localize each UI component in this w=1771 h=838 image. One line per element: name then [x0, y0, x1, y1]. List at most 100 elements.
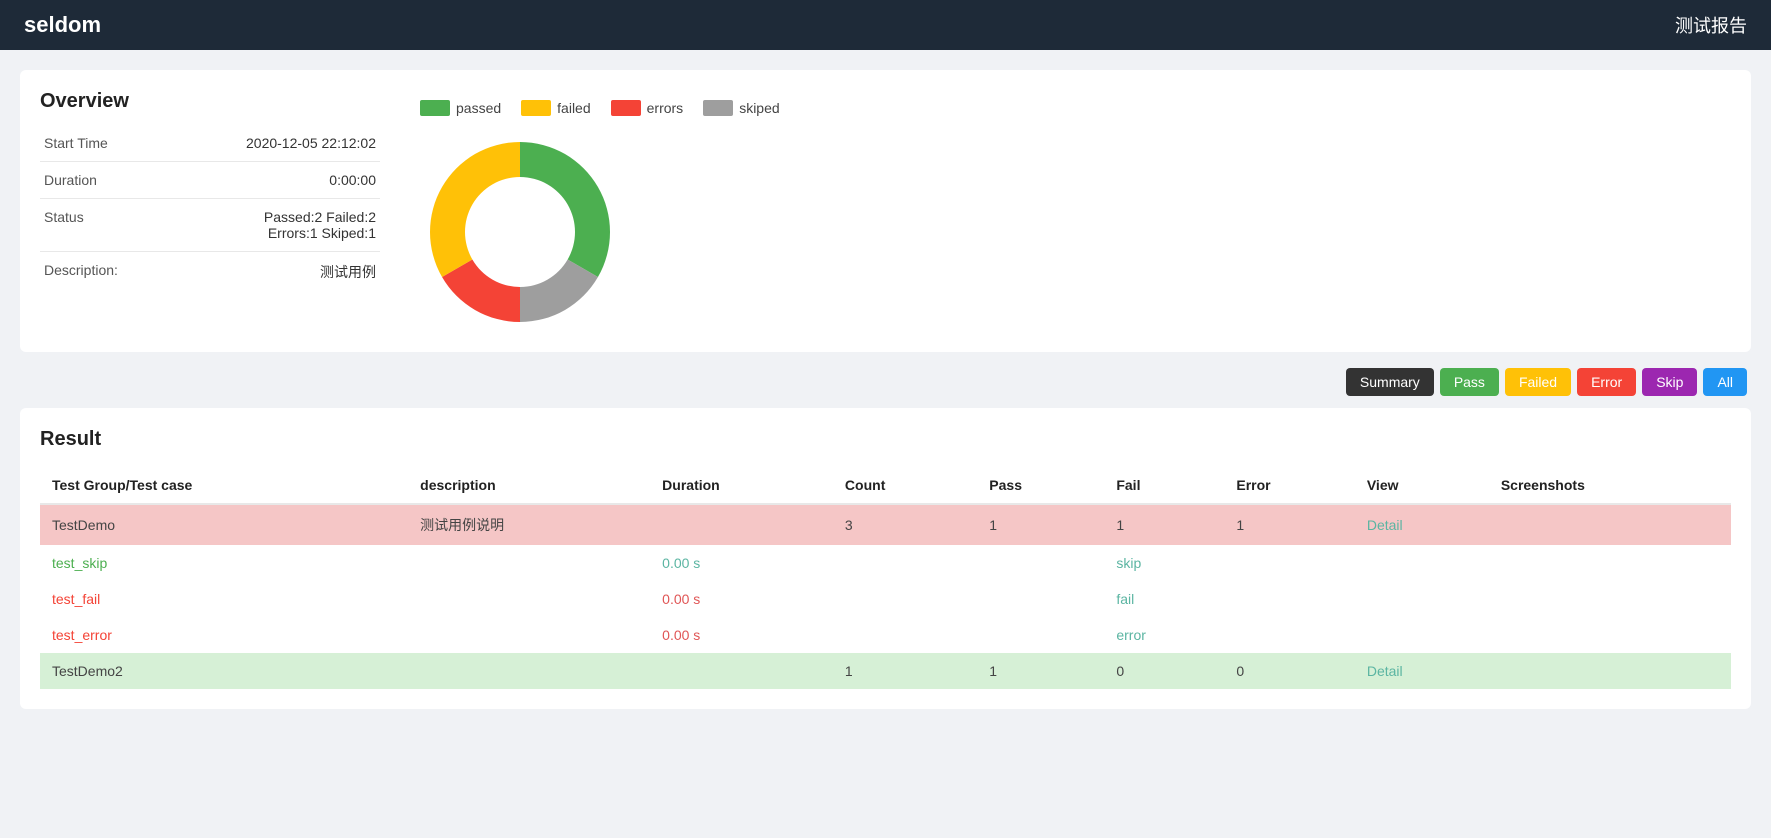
row-count [833, 581, 977, 617]
filter-btn-summary[interactable]: Summary [1346, 368, 1434, 396]
row-description [408, 581, 650, 617]
overview-section: Overview Start Time2020-12-05 22:12:02Du… [20, 70, 1751, 352]
row-screenshots [1489, 581, 1731, 617]
row-count [833, 617, 977, 653]
result-table: Test Group/Test casedescriptionDurationC… [40, 467, 1731, 689]
row-pass [977, 617, 1104, 653]
overview-value: Passed:2 Failed:2 Errors:1 Skiped:1 [150, 199, 380, 252]
legend-item-failed: failed [521, 100, 590, 116]
result-section: Result Test Group/Test casedescriptionDu… [20, 408, 1751, 709]
filter-btn-failed[interactable]: Failed [1505, 368, 1571, 396]
row-screenshots [1489, 504, 1731, 545]
overview-value: 2020-12-05 22:12:02 [150, 125, 380, 162]
legend-item-passed: passed [420, 100, 501, 116]
table-row: test_fail 0.00 s fail [40, 581, 1731, 617]
legend-color-passed [420, 100, 450, 116]
row-count [833, 545, 977, 581]
filter-btn-skip[interactable]: Skip [1642, 368, 1697, 396]
overview-row: Duration0:00:00 [40, 162, 380, 199]
overview-title: Overview [40, 90, 380, 113]
overview-label: Description: [40, 252, 150, 293]
row-pass [977, 581, 1104, 617]
legend-item-skiped: skiped [703, 100, 779, 116]
row-name: test_fail [40, 581, 408, 617]
row-view[interactable]: Detail [1355, 653, 1489, 689]
row-description [408, 653, 650, 689]
row-duration: 0.00 s [650, 581, 833, 617]
row-error [1224, 617, 1354, 653]
row-name: test_skip [40, 545, 408, 581]
row-description [408, 545, 650, 581]
filter-btn-pass[interactable]: Pass [1440, 368, 1499, 396]
row-fail: fail [1104, 581, 1224, 617]
overview-row: Description:测试用例 [40, 252, 380, 293]
legend-label-failed: failed [557, 100, 590, 116]
row-duration [650, 504, 833, 545]
report-title: 测试报告 [1675, 12, 1747, 38]
legend-label-skiped: skiped [739, 100, 779, 116]
overview-value: 测试用例 [150, 252, 380, 293]
row-description: 测试用例说明 [408, 504, 650, 545]
row-screenshots [1489, 617, 1731, 653]
row-pass: 1 [977, 653, 1104, 689]
row-name: TestDemo2 [40, 653, 408, 689]
filter-row: SummaryPassFailedErrorSkipAll [20, 368, 1751, 396]
row-error [1224, 581, 1354, 617]
row-view [1355, 545, 1489, 581]
legend-color-failed [521, 100, 551, 116]
row-description [408, 617, 650, 653]
row-fail: error [1104, 617, 1224, 653]
overview-label: Duration [40, 162, 150, 199]
main-content: Overview Start Time2020-12-05 22:12:02Du… [0, 50, 1771, 729]
brand-name: seldom [24, 12, 101, 38]
row-pass: 1 [977, 504, 1104, 545]
row-error: 0 [1224, 653, 1354, 689]
row-error: 1 [1224, 504, 1354, 545]
col-header: Pass [977, 467, 1104, 504]
row-name: test_error [40, 617, 408, 653]
chart-area: passed failed errors skiped [420, 90, 1731, 332]
col-header: Screenshots [1489, 467, 1731, 504]
row-duration: 0.00 s [650, 617, 833, 653]
overview-row: StatusPassed:2 Failed:2 Errors:1 Skiped:… [40, 199, 380, 252]
donut-chart [420, 132, 620, 332]
overview-row: Start Time2020-12-05 22:12:02 [40, 125, 380, 162]
row-screenshots [1489, 653, 1731, 689]
result-title: Result [40, 428, 1731, 451]
row-count: 3 [833, 504, 977, 545]
row-view[interactable]: Detail [1355, 504, 1489, 545]
detail-link[interactable]: Detail [1367, 517, 1403, 533]
row-duration [650, 653, 833, 689]
legend-color-skiped [703, 100, 733, 116]
filter-btn-all[interactable]: All [1703, 368, 1747, 396]
chart-legend: passed failed errors skiped [420, 100, 780, 116]
row-view [1355, 581, 1489, 617]
row-pass [977, 545, 1104, 581]
app-header: seldom 测试报告 [0, 0, 1771, 50]
legend-item-errors: errors [611, 100, 684, 116]
table-row: test_error 0.00 s error [40, 617, 1731, 653]
overview-value: 0:00:00 [150, 162, 380, 199]
col-header: Fail [1104, 467, 1224, 504]
col-header: View [1355, 467, 1489, 504]
legend-label-errors: errors [647, 100, 684, 116]
table-row: test_skip 0.00 s skip [40, 545, 1731, 581]
legend-color-errors [611, 100, 641, 116]
table-row: TestDemo测试用例说明3111Detail [40, 504, 1731, 545]
col-header: Test Group/Test case [40, 467, 408, 504]
row-fail: 1 [1104, 504, 1224, 545]
col-header: Count [833, 467, 977, 504]
row-duration: 0.00 s [650, 545, 833, 581]
row-screenshots [1489, 545, 1731, 581]
legend-label-passed: passed [456, 100, 501, 116]
detail-link[interactable]: Detail [1367, 663, 1403, 679]
overview-label: Start Time [40, 125, 150, 162]
row-count: 1 [833, 653, 977, 689]
row-name: TestDemo [40, 504, 408, 545]
table-row: TestDemo21100Detail [40, 653, 1731, 689]
row-fail: skip [1104, 545, 1224, 581]
row-view [1355, 617, 1489, 653]
col-header: Duration [650, 467, 833, 504]
col-header: description [408, 467, 650, 504]
filter-btn-error[interactable]: Error [1577, 368, 1636, 396]
